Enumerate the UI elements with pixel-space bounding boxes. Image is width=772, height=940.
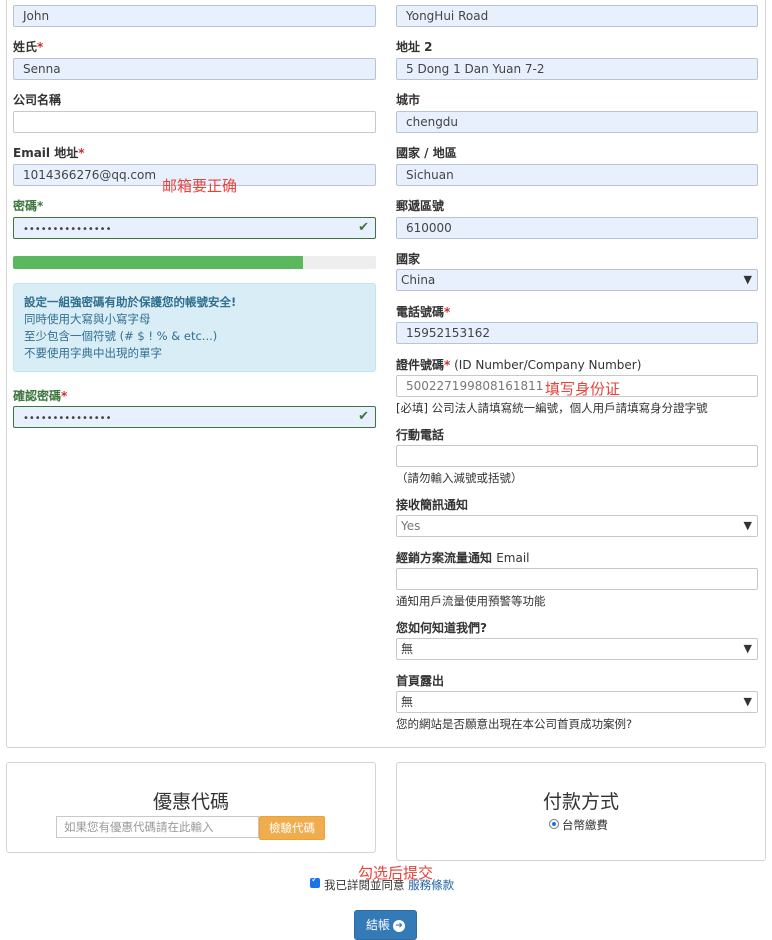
mobile-label: 行動電話 (396, 428, 445, 442)
last-name-label: 姓氏* (13, 40, 44, 54)
reseller-email-help: 通知用戶流量使用預警等功能 (396, 594, 546, 608)
confirm-password-value: ••••••••••••••• (23, 413, 112, 424)
mobile-help: （請勿輸入減號或括號） (396, 471, 523, 485)
email-label: Email 地址* (13, 146, 85, 160)
region-label: 國家 / 地區 (396, 146, 457, 160)
reseller-email-input[interactable] (396, 568, 758, 590)
last-name-input[interactable]: Senna (13, 58, 376, 80)
id-number-help: [必填] 公司法人請填寫統一編號，個人用戶請填寫身分證字號 (396, 401, 708, 415)
country-select-value: China (401, 273, 436, 287)
referral-label: 您如何知道我們? (396, 621, 487, 635)
confirm-password-label: 確認密碼* (13, 389, 68, 403)
company-input[interactable] (13, 111, 376, 133)
check-icon: ✔ (358, 220, 369, 235)
chevron-down-icon: ▼ (743, 695, 752, 708)
check-icon: ✔ (358, 409, 369, 424)
sms-select[interactable]: Yes ▼ (396, 515, 758, 537)
phone-input[interactable]: 15952153162 (396, 322, 758, 344)
chevron-down-icon: ▼ (743, 519, 752, 532)
first-name-input[interactable]: John (13, 5, 376, 27)
validate-coupon-button[interactable]: 檢驗代碼 (259, 816, 325, 840)
postcode-input[interactable]: 610000 (396, 217, 758, 239)
chevron-down-icon: ▼ (743, 642, 752, 655)
coupon-input[interactable]: 如果您有優惠代碼請在此輸入 (56, 816, 259, 838)
homepage-label: 首頁露出 (396, 674, 445, 688)
payment-option-label: 台幣繳費 (562, 818, 608, 832)
region-input[interactable]: Sichuan (396, 164, 758, 186)
terms-text: 我已詳閱並同意 服務條款 (324, 877, 454, 893)
mobile-input[interactable] (396, 445, 758, 467)
phone-label: 電話號碼* (396, 305, 451, 319)
postcode-label: 郵遞區號 (396, 199, 445, 213)
terms-link[interactable]: 服務條款 (408, 878, 454, 892)
password-strength-fill (13, 256, 304, 269)
password-tip-alert: 設定一組強密碼有助於保護您的帳號安全! 同時使用大寫與小寫字母 至少包含一個符號… (13, 283, 376, 372)
password-tip-line: 不要使用字典中出現的單字 (24, 346, 162, 360)
homepage-select-value: 無 (401, 695, 414, 709)
referral-select-value: 無 (401, 642, 414, 656)
address2-input[interactable]: 5 Dong 1 Dan Yuan 7-2 (396, 58, 758, 80)
password-input[interactable]: ••••••••••••••• ✔ (13, 217, 376, 239)
terms-checkbox[interactable] (310, 875, 320, 888)
sms-select-value: Yes (401, 519, 421, 533)
password-tip-line: 至少包含一個符號 (# $ ! % & etc...) (24, 329, 218, 343)
address2-label: 地址 2 (396, 40, 433, 54)
password-strength-bar (13, 256, 376, 269)
checkout-button[interactable]: 結帳 ➜ (354, 910, 417, 940)
payment-radio-twd[interactable] (549, 819, 559, 829)
address1-input[interactable]: YongHui Road (396, 5, 758, 27)
reseller-email-label: 經銷方案流量通知 Email (396, 551, 530, 565)
referral-select[interactable]: 無 ▼ (396, 638, 758, 660)
homepage-select[interactable]: 無 ▼ (396, 691, 758, 713)
sms-label: 接收簡訊通知 (396, 498, 469, 512)
payment-panel: 付款方式 (396, 762, 766, 861)
id-annotation: 填写身份证 (545, 380, 621, 398)
country-label: 國家 (396, 252, 421, 266)
homepage-help: 您的網站是否願意出現在本公司首頁成功案例? (396, 717, 633, 731)
password-label: 密碼* (13, 199, 44, 213)
arrow-right-circle-icon: ➜ (393, 919, 405, 932)
id-number-label: 證件號碼* (ID Number/Company Number) (396, 358, 642, 372)
checkout-label: 結帳 (365, 918, 390, 932)
country-select[interactable]: China ▼ (396, 269, 758, 291)
password-tip-line: 同時使用大寫與小寫字母 (24, 312, 151, 326)
city-input[interactable]: chengdu (396, 111, 758, 133)
terms-label: 我已詳閱並同意 (324, 878, 409, 892)
confirm-password-input[interactable]: ••••••••••••••• ✔ (13, 406, 376, 428)
payment-title: 付款方式 (542, 791, 619, 813)
coupon-title: 優惠代碼 (152, 791, 229, 813)
city-label: 城市 (396, 93, 421, 107)
company-label: 公司名稱 (13, 93, 62, 107)
password-value: ••••••••••••••• (23, 224, 112, 235)
chevron-down-icon: ▼ (743, 273, 752, 286)
email-annotation: 邮箱要正确 (162, 177, 238, 195)
password-tip-title: 設定一組強密碼有助於保護您的帳號安全! (24, 295, 237, 309)
